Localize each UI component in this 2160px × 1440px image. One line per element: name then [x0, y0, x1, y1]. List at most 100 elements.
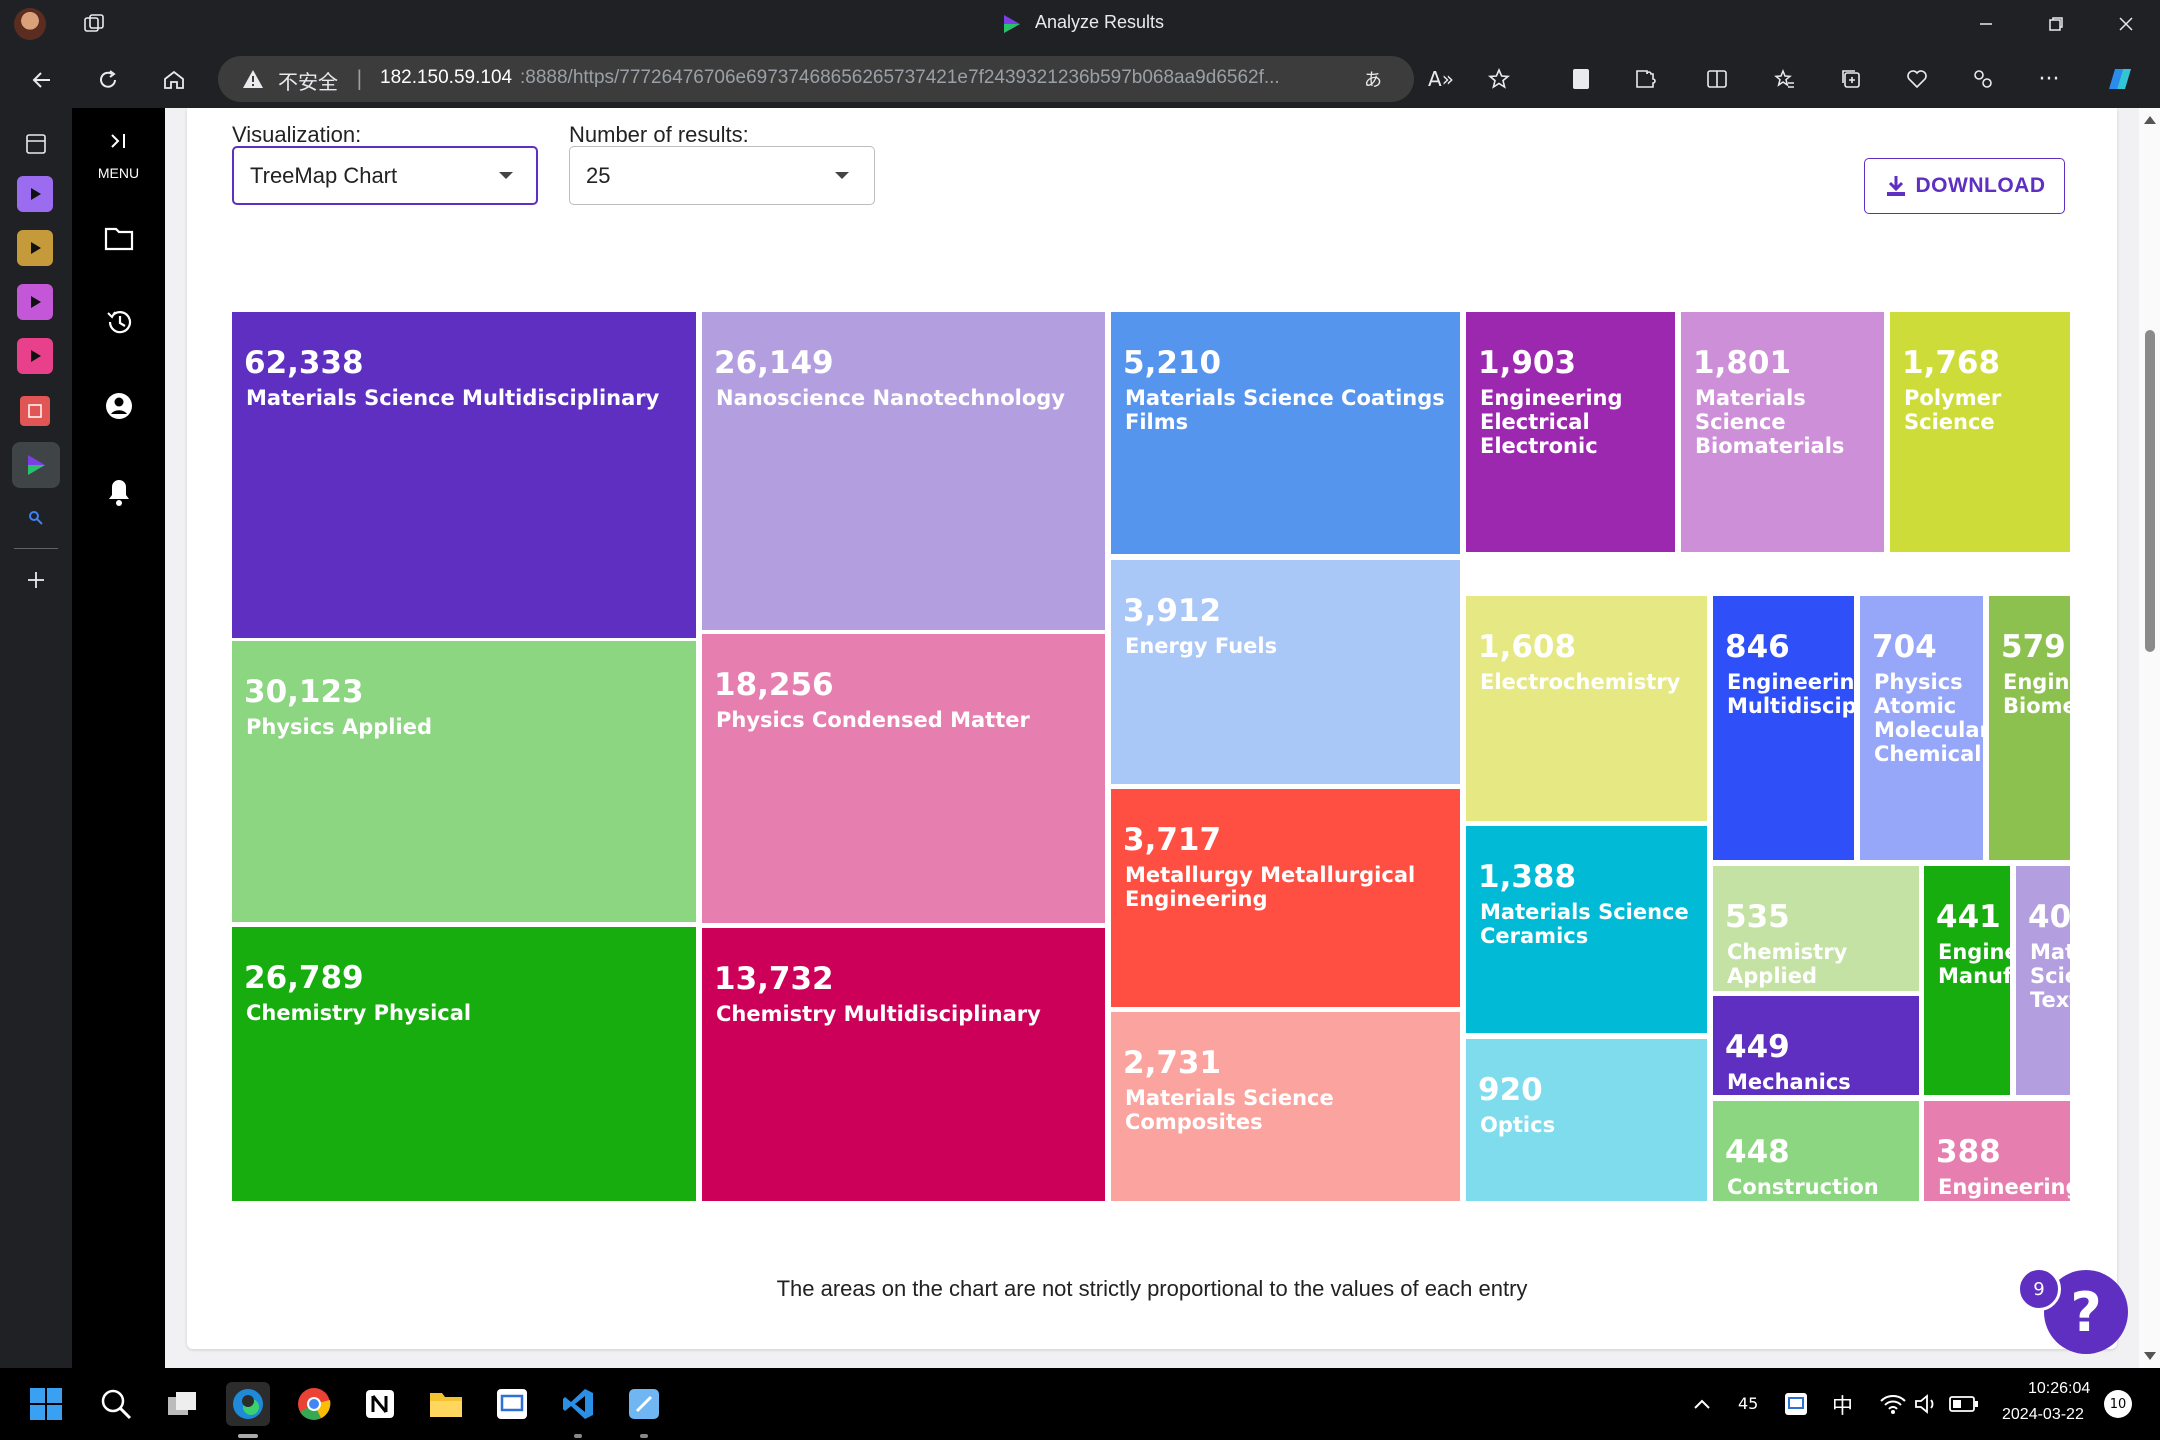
tray-app-icon[interactable] — [1782, 1390, 1810, 1418]
download-button[interactable]: DOWNLOAD — [1864, 158, 2065, 214]
tab-video-purple-icon[interactable] — [17, 176, 53, 212]
profile-avatar[interactable] — [14, 8, 46, 40]
clock-time[interactable]: 10:26:04 — [2028, 1380, 2090, 1398]
extensions-icon[interactable] — [1628, 62, 1662, 96]
clock-date[interactable]: 2024-03-22 — [2002, 1406, 2084, 1424]
ime-indicator[interactable]: 中 — [1832, 1390, 1853, 1420]
close-icon[interactable] — [2106, 10, 2146, 38]
notification-count-badge[interactable]: 10 — [2104, 1390, 2132, 1418]
treemap-tile-label: Physics Condensed Matter — [716, 708, 1030, 732]
vscode-running-indicator — [574, 1434, 582, 1438]
task-view-icon[interactable] — [162, 1384, 202, 1424]
drawing-app-icon[interactable] — [624, 1384, 664, 1424]
treemap-tile-label: Physics Applied — [246, 715, 432, 739]
page-scrollbar[interactable] — [2139, 108, 2160, 1368]
collections-icon[interactable] — [1834, 62, 1868, 96]
treemap-tile[interactable]: 704 Physics Atomic Molecular Chemical — [1860, 596, 1983, 860]
treemap-tile[interactable]: 62,338 Materials Science Multidisciplinar… — [232, 312, 696, 638]
treemap-tile[interactable]: 1,388 Materials Science Ceramics — [1466, 826, 1707, 1033]
tab-actions-icon[interactable] — [18, 126, 54, 162]
minimize-icon[interactable] — [1966, 10, 2006, 38]
favorites-icon[interactable] — [1768, 62, 1802, 96]
edge-browser-icon[interactable] — [226, 1382, 270, 1426]
treemap-tile[interactable]: 846 Engineering Multidisciplinary — [1713, 596, 1854, 860]
more-options-icon[interactable]: ··· — [2032, 62, 2066, 96]
treemap-tile[interactable]: 535 Chemistry Applied — [1713, 866, 1919, 991]
security-label[interactable]: 不安全 — [278, 66, 338, 95]
treemap-tile[interactable]: 449 Mechanics — [1713, 996, 1919, 1095]
treemap-tile[interactable]: 26,149 Nanoscience Nanotechnology — [702, 312, 1105, 630]
folder-icon[interactable] — [100, 220, 138, 256]
account-icon[interactable] — [100, 388, 138, 424]
treemap-tile[interactable]: 3,912 Energy Fuels — [1111, 560, 1460, 784]
tab-video-pink-icon[interactable] — [17, 338, 53, 374]
notifications-bell-icon[interactable] — [100, 474, 138, 510]
vscode-icon[interactable] — [558, 1384, 598, 1424]
battery-icon[interactable] — [1948, 1390, 1980, 1418]
copilot-icon[interactable] — [2100, 60, 2138, 98]
refresh-icon[interactable] — [90, 62, 126, 98]
treemap-tile[interactable]: 1,801 Materials Science Biomaterials — [1681, 312, 1884, 552]
favorite-star-icon[interactable] — [1482, 62, 1516, 96]
performance-icon[interactable] — [1966, 62, 2000, 96]
dropdown-arrow-icon[interactable] — [832, 166, 852, 186]
treemap-tile[interactable]: 1,768 Polymer Science — [1890, 312, 2070, 552]
treemap-tile[interactable]: 579 Engineering Biomedical — [1989, 596, 2070, 860]
treemap-tile[interactable]: 403 Materials Science Textiles — [2016, 866, 2070, 1095]
tab-search-icon[interactable] — [22, 504, 50, 532]
scroll-up-arrow-icon[interactable] — [2142, 112, 2158, 128]
tray-number[interactable]: 45 — [1738, 1394, 1758, 1413]
volume-icon[interactable] — [1912, 1390, 1942, 1418]
treemap-tile-value: 1,388 — [1478, 859, 1577, 895]
url-host[interactable]: 182.150.59.104 — [380, 67, 512, 89]
scroll-down-arrow-icon[interactable] — [2142, 1348, 2158, 1364]
tab-active-analyze-icon[interactable] — [12, 442, 60, 488]
split-screen-icon[interactable] — [1700, 62, 1734, 96]
scrollbar-thumb[interactable] — [2145, 330, 2155, 652]
url-path[interactable]: :8888/https/77726476706e6973746865626573… — [520, 67, 1280, 89]
treemap-tile[interactable]: 1,903 Engineering Electrical Electronic — [1466, 312, 1675, 552]
read-aloud-icon[interactable]: A» — [1424, 62, 1458, 96]
treemap-tile[interactable]: 441 Engineering Manufacturing — [1924, 866, 2010, 1095]
remote-desktop-icon[interactable] — [492, 1384, 532, 1424]
history-icon[interactable] — [100, 304, 138, 340]
menu-label[interactable]: MENU — [72, 165, 165, 181]
dropdown-arrow-icon[interactable] — [496, 166, 516, 186]
treemap-tile[interactable]: 3,717 Metallurgy Metallurgical Engineerin… — [1111, 789, 1460, 1007]
address-field[interactable]: 不安全 | 182.150.59.104 :8888/https/7772647… — [218, 56, 1414, 102]
file-explorer-icon[interactable] — [426, 1384, 466, 1424]
treemap-tile[interactable]: 5,210 Materials Science Coatings Films — [1111, 312, 1460, 554]
home-icon[interactable] — [156, 62, 192, 98]
treemap-tile[interactable]: 26,789 Chemistry Physical — [232, 927, 696, 1201]
treemap-tile[interactable]: 13,732 Chemistry Multidisciplinary — [702, 928, 1105, 1201]
expand-menu-icon[interactable] — [102, 128, 136, 154]
search-icon[interactable] — [96, 1384, 136, 1424]
new-tab-plus-icon[interactable] — [20, 564, 52, 596]
treemap-tile[interactable]: 30,123 Physics Applied — [232, 641, 696, 922]
treemap-tile[interactable]: 1,608 Electrochemistry — [1466, 596, 1707, 821]
restore-icon[interactable] — [2036, 10, 2076, 38]
visualization-select[interactable]: TreeMap Chart — [232, 146, 538, 205]
start-windows-icon[interactable] — [26, 1384, 66, 1424]
wifi-icon[interactable] — [1878, 1390, 1908, 1418]
back-arrow-icon[interactable] — [24, 62, 60, 98]
tray-chevron-up-icon[interactable] — [1688, 1390, 1716, 1418]
translate-icon[interactable]: あ — [1360, 66, 1386, 92]
tab-site-icon[interactable] — [20, 396, 50, 426]
browser-essentials-icon[interactable] — [1900, 62, 1934, 96]
treemap-tile-value: 26,149 — [714, 345, 834, 381]
treemap-tile[interactable]: 448 Construction Building — [1713, 1101, 1919, 1201]
reading-view-icon[interactable] — [1564, 62, 1598, 96]
results-select[interactable]: 25 — [569, 146, 875, 205]
treemap-tile-label: Mechanics — [1727, 1070, 1851, 1094]
treemap-tile[interactable]: 920 Optics — [1466, 1039, 1707, 1201]
chrome-icon[interactable] — [294, 1384, 334, 1424]
tab-video-gold-icon[interactable] — [17, 230, 53, 266]
warning-icon[interactable] — [240, 66, 266, 92]
workspaces-icon[interactable] — [80, 10, 108, 38]
tab-video-violet-icon[interactable] — [17, 284, 53, 320]
treemap-tile[interactable]: 388 Engineering Civil — [1924, 1101, 2070, 1201]
treemap-tile[interactable]: 18,256 Physics Condensed Matter — [702, 634, 1105, 923]
notion-icon[interactable] — [360, 1384, 400, 1424]
treemap-tile[interactable]: 2,731 Materials Science Composites — [1111, 1012, 1460, 1201]
